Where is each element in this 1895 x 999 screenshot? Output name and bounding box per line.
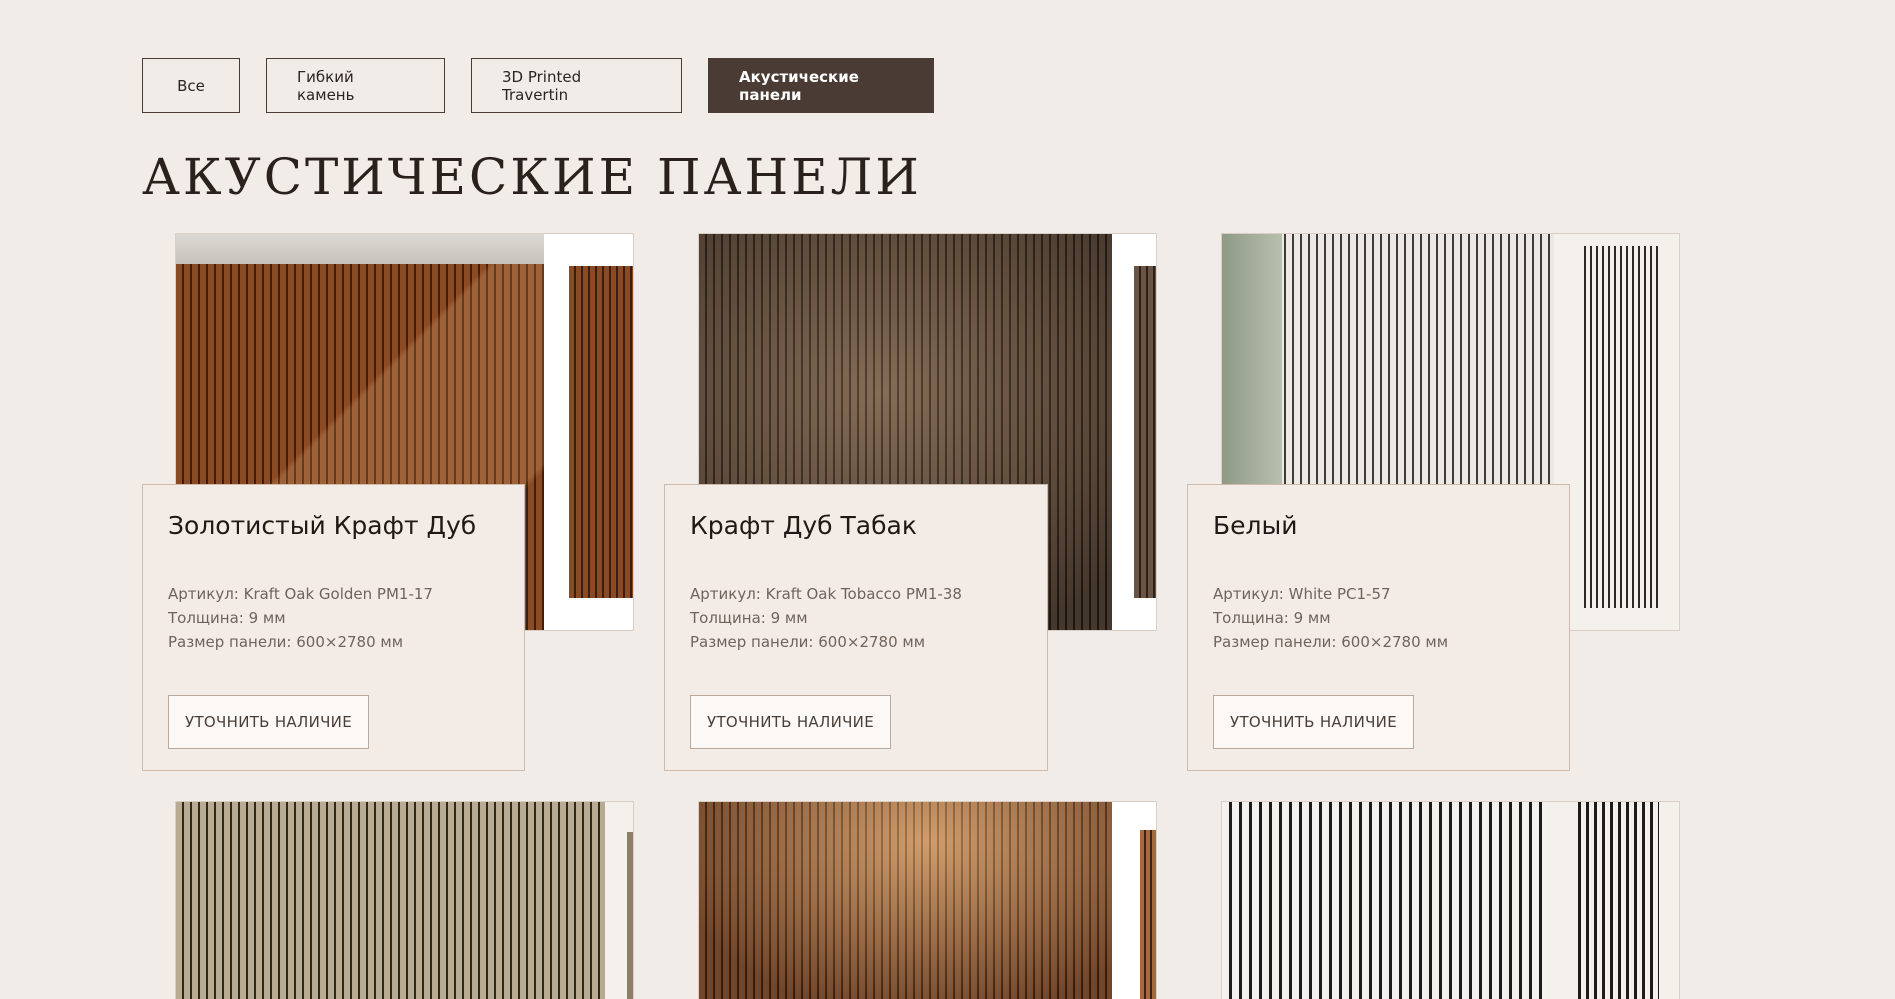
filter-acoustic-panels[interactable]: Акустические панели	[708, 58, 934, 113]
product-card-kraft-oak-tobacco: Крафт Дуб Табак Артикул: Kraft Oak Tobac…	[664, 484, 1048, 771]
filter-flexible-stone[interactable]: Гибкий камень	[266, 58, 445, 113]
check-availability-button[interactable]: УТОЧНИТЬ НАЛИЧИЕ	[168, 695, 369, 749]
product-card-golden-kraft-oak: Золотистый Крафт Дуб Артикул: Kraft Oak …	[142, 484, 525, 771]
page-title: АКУСТИЧЕСКИЕ ПАНЕЛИ	[142, 148, 922, 206]
product-sku: Артикул: Kraft Oak Tobacco PM1-38	[690, 585, 962, 603]
filter-all[interactable]: Все	[142, 58, 240, 113]
product-image-row2-2[interactable]	[698, 801, 1157, 999]
product-thickness: Толщина: 9 мм	[168, 609, 286, 627]
check-availability-button[interactable]: УТОЧНИТЬ НАЛИЧИЕ	[690, 695, 891, 749]
product-sku: Артикул: White PC1-57	[1213, 585, 1391, 603]
product-image-row2-1[interactable]	[175, 801, 634, 999]
panel-sample-image	[1112, 234, 1156, 630]
product-sku: Артикул: Kraft Oak Golden PM1-17	[168, 585, 433, 603]
panel-sample-image	[1554, 234, 1679, 630]
product-thickness: Толщина: 9 мм	[690, 609, 808, 627]
catalog-page: Все Гибкий камень 3D Printed Travertin А…	[0, 0, 1895, 999]
product-size: Размер панели: 600×2780 мм	[168, 633, 404, 651]
product-size: Размер панели: 600×2780 мм	[1213, 633, 1449, 651]
check-availability-button[interactable]: УТОЧНИТЬ НАЛИЧИЕ	[1213, 695, 1414, 749]
panel-sample-image	[1112, 802, 1156, 999]
product-name: Белый	[1213, 511, 1298, 540]
product-thickness: Толщина: 9 мм	[1213, 609, 1331, 627]
product-image-row2-3[interactable]	[1221, 801, 1680, 999]
filter-3d-printed-travertin[interactable]: 3D Printed Travertin	[471, 58, 682, 113]
panel-sample-image	[1547, 802, 1679, 999]
product-size: Размер панели: 600×2780 мм	[690, 633, 926, 651]
panel-sample-image	[544, 234, 633, 630]
category-filters: Все Гибкий камень 3D Printed Travertin А…	[142, 58, 934, 113]
panel-sample-image	[605, 802, 633, 999]
product-name: Крафт Дуб Табак	[690, 511, 917, 540]
product-name: Золотистый Крафт Дуб	[168, 511, 477, 540]
product-card-white: Белый Артикул: White PC1-57 Толщина: 9 м…	[1187, 484, 1570, 771]
